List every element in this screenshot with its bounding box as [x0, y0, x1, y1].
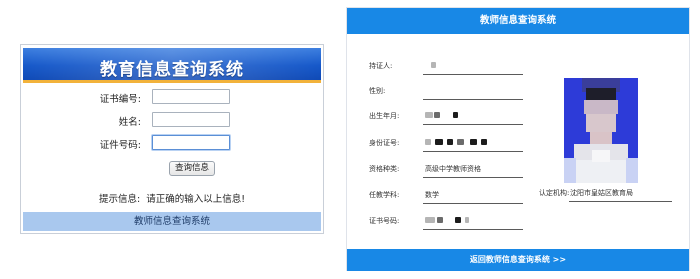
id-number-row: 证件号码:: [21, 135, 321, 151]
query-form-title: 教育信息查询系统: [100, 60, 244, 80]
birth-row: 出生年月:: [347, 107, 547, 129]
hint-text: 请正确的输入以上信息!: [146, 194, 245, 205]
certificate-label: 证书号码:: [369, 217, 400, 225]
gender-label: 性别:: [369, 87, 386, 95]
birth-underline: [423, 124, 523, 125]
certificate-number-label: 证书编号:: [99, 94, 141, 105]
gender-row: 性别:: [347, 82, 547, 104]
back-to-query-link[interactable]: 返回教师信息查询系统 >>: [347, 249, 689, 271]
issuer-underline: [569, 201, 672, 202]
result-panel: 教师信息查询系统 持证人: 性别: 出生年月: 身份证号: 资格种类: 高级中学…: [346, 7, 690, 271]
pixelated-photo: [564, 78, 638, 183]
name-label: 姓名:: [118, 117, 141, 128]
certificate-underline: [423, 229, 523, 230]
subject-value: 数学: [425, 191, 439, 199]
certificate-row: 证书号码:: [347, 212, 547, 234]
subject-underline: [423, 203, 523, 204]
query-form-footer: 教师信息查询系统: [23, 212, 321, 231]
certificate-number-input[interactable]: [152, 89, 230, 104]
issuer-value: 沈阳市皇姑区教育局: [570, 189, 633, 197]
id-number-label: 证件号码:: [99, 140, 141, 151]
subject-label: 任教学科:: [369, 191, 400, 199]
query-form-header: 教育信息查询系统: [23, 48, 321, 83]
hint-message: 提示信息: 请正确的输入以上信息!: [21, 191, 323, 205]
qualification-value: 高级中学教师资格: [425, 165, 481, 173]
birth-label: 出生年月:: [369, 112, 400, 120]
result-header: 教师信息查询系统: [347, 8, 689, 34]
subject-row: 任教学科: 数学: [347, 186, 547, 208]
holder-underline: [423, 74, 523, 75]
id-card-row: 身份证号:: [347, 134, 547, 156]
query-form-panel: 教育信息查询系统 证书编号: 姓名: 证件号码: 查询信息 提示信息: 请正确的输…: [20, 44, 324, 234]
gender-underline: [423, 99, 523, 100]
id-card-underline: [423, 151, 523, 152]
screenshot-canvas: 教育信息查询系统 证书编号: 姓名: 证件号码: 查询信息 提示信息: 请正确的输…: [0, 0, 700, 279]
hint-label: 提示信息:: [98, 194, 141, 205]
issuer-label: 认定机构:: [539, 189, 570, 197]
name-row: 姓名:: [21, 112, 321, 128]
qualification-underline: [423, 177, 523, 178]
query-button[interactable]: 查询信息: [169, 161, 215, 176]
qualification-label: 资格种类:: [369, 165, 400, 173]
holder-row: 持证人:: [347, 57, 547, 79]
certificate-number-row: 证书编号:: [21, 89, 321, 105]
qualification-row: 资格种类: 高级中学教师资格: [347, 160, 547, 182]
id-card-label: 身份证号:: [369, 139, 400, 147]
id-number-input[interactable]: [152, 135, 230, 150]
holder-label: 持证人:: [369, 62, 393, 70]
name-input[interactable]: [152, 112, 230, 127]
